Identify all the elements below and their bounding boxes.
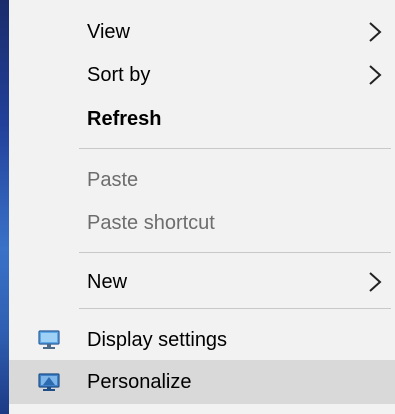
desktop-context-menu: View Sort by Refresh Paste Paste shortcu…	[9, 0, 395, 414]
menu-separator	[79, 308, 391, 309]
menu-separator	[79, 252, 391, 253]
menu-item-paste: Paste	[9, 158, 395, 202]
menu-item-label: Refresh	[87, 107, 162, 130]
menu-item-display-settings[interactable]: Display settings	[9, 318, 395, 362]
chevron-right-icon	[369, 22, 382, 42]
desktop-background-edge	[0, 0, 9, 414]
chevron-right-icon	[369, 65, 382, 85]
display-settings-icon	[38, 330, 60, 349]
menu-item-new[interactable]: New	[9, 260, 395, 304]
menu-item-view[interactable]: View	[9, 10, 395, 54]
chevron-right-icon	[369, 272, 382, 292]
menu-item-label: Sort by	[87, 63, 151, 86]
menu-item-label: View	[87, 20, 130, 43]
menu-item-label: Display settings	[87, 328, 228, 351]
menu-item-label: Paste	[87, 168, 139, 191]
personalize-icon	[38, 373, 60, 391]
menu-item-refresh[interactable]: Refresh	[9, 97, 395, 141]
menu-item-sort-by[interactable]: Sort by	[9, 53, 395, 97]
menu-item-label: Personalize	[87, 370, 192, 393]
menu-separator	[79, 148, 391, 149]
menu-item-personalize[interactable]: Personalize	[9, 360, 395, 404]
menu-item-label: New	[87, 270, 128, 293]
menu-item-paste-shortcut: Paste shortcut	[9, 201, 395, 245]
menu-item-label: Paste shortcut	[87, 211, 215, 234]
